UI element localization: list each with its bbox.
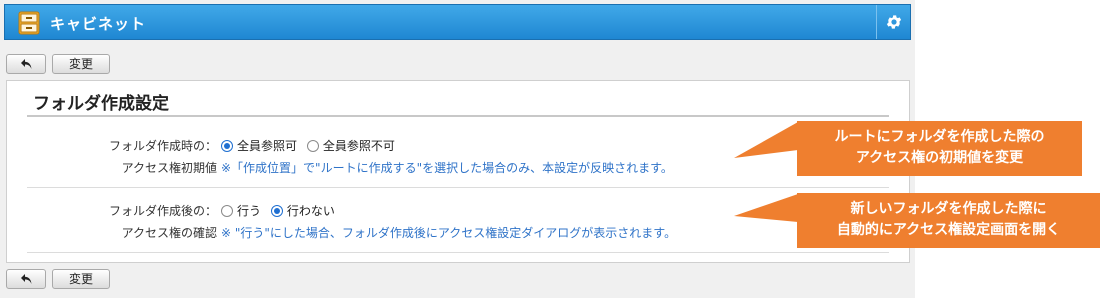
option-do[interactable]: 行う <box>221 204 261 218</box>
callout-2-line-2: 自動的にアクセス権設定画面を開く <box>836 222 1061 238</box>
option-all-no-view[interactable]: 全員参照不可 <box>306 139 395 153</box>
callout-2-pointer <box>734 194 798 222</box>
title-divider <box>27 115 889 117</box>
back-button[interactable] <box>6 54 46 74</box>
back-button[interactable] <box>6 269 46 289</box>
app-title: キャビネット <box>50 15 147 33</box>
radio-all-no-view[interactable] <box>306 140 319 152</box>
settings-button[interactable] <box>876 5 910 39</box>
access-confirm-options: 行う 行わない <box>221 202 341 219</box>
cabinet-icon <box>18 11 40 35</box>
option-do-not[interactable]: 行わない <box>270 204 335 218</box>
callout-1-line-1: ルートにフォルダを作成した際の <box>834 129 1045 145</box>
initial-access-options: 全員参照可 全員参照不可 <box>221 137 401 154</box>
panel-title: フォルダ作成設定 <box>33 94 169 114</box>
radio-do-not[interactable] <box>270 205 283 217</box>
access-confirm-label-2: アクセス権の確認 <box>121 226 217 240</box>
callout-1-pointer <box>734 122 798 158</box>
initial-access-label-1: フォルダ作成時の： <box>108 139 217 153</box>
section-divider <box>27 252 889 253</box>
access-confirm-note: ※ "行う"にした場合、フォルダ作成後にアクセス権設定ダイアログが表示されます。 <box>221 226 677 240</box>
access-confirm-label-1: フォルダ作成後の： <box>108 204 217 218</box>
change-button[interactable]: 変更 <box>52 54 110 74</box>
radio-do[interactable] <box>221 205 233 217</box>
change-button[interactable]: 変更 <box>52 269 110 289</box>
radio-all-view[interactable] <box>221 140 233 152</box>
section-divider <box>27 187 889 188</box>
option-all-view[interactable]: 全員参照可 <box>221 139 297 153</box>
initial-access-note: ※「作成位置」で"ルートに作成する"を選択した場合のみ、本設定が反映されます。 <box>221 161 673 175</box>
initial-access-label-2: アクセス権初期値 <box>121 161 217 175</box>
back-arrow-icon <box>21 59 32 69</box>
title-bar: キャビネット <box>4 4 911 40</box>
callout-initial-access: ルートにフォルダを作成した際の アクセス権の初期値を変更 <box>797 121 1082 176</box>
callout-access-confirm: 新しいフォルダを作成した際に 自動的にアクセス権設定画面を開く <box>797 193 1100 248</box>
callout-1-line-2: アクセス権の初期値を変更 <box>855 150 1024 166</box>
callout-2-line-1: 新しいフォルダを作成した際に <box>850 201 1047 217</box>
back-arrow-icon <box>21 274 32 284</box>
gear-icon <box>886 15 902 29</box>
